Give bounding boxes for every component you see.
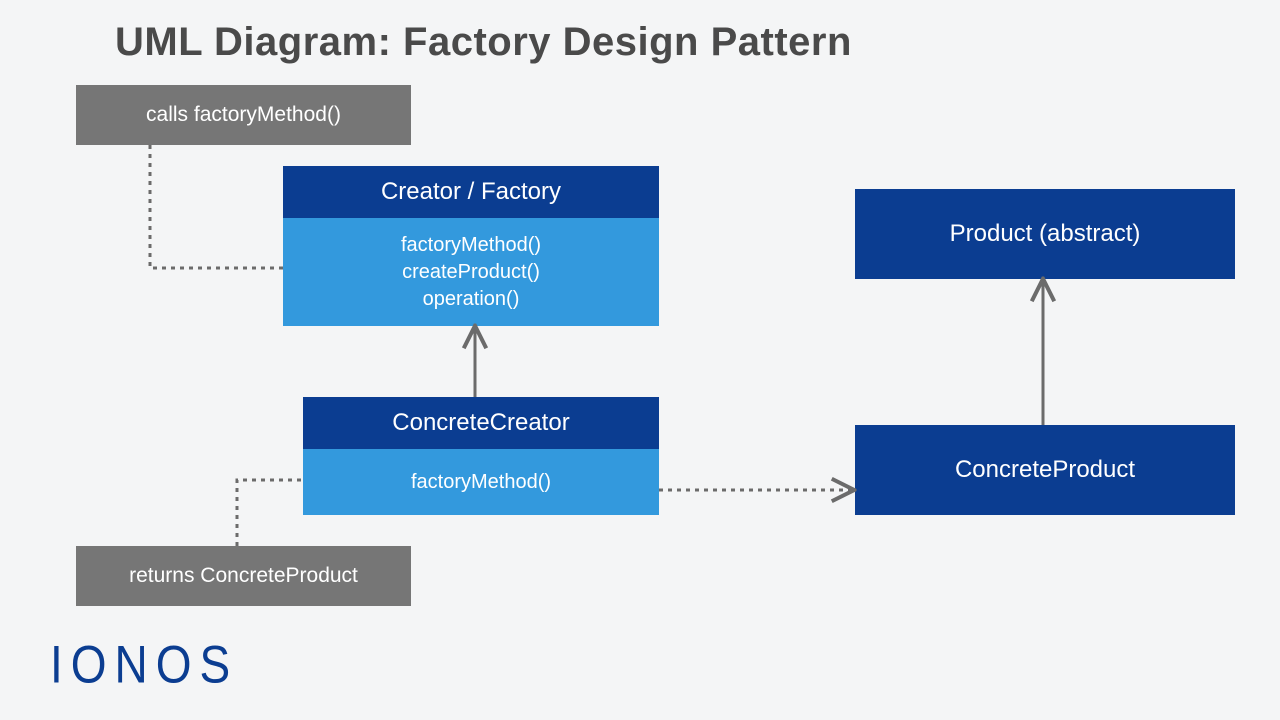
class-creator-body: factoryMethod() createProduct() operatio…: [283, 218, 659, 326]
note-returns-concrete-product: returns ConcreteProduct: [76, 546, 411, 606]
class-product: Product (abstract): [855, 189, 1235, 279]
connector-calls-to-creator: [150, 145, 283, 268]
connector-returns-to-concretecreator: [237, 480, 303, 546]
note-calls-factory-method: calls factoryMethod(): [76, 85, 411, 145]
class-product-header: Product (abstract): [855, 189, 1235, 279]
class-creator-method: factoryMethod(): [401, 232, 541, 259]
class-concrete-creator-header: ConcreteCreator: [303, 397, 659, 449]
class-creator: Creator / Factory factoryMethod() create…: [283, 166, 659, 326]
class-concrete-creator-body: factoryMethod(): [303, 449, 659, 515]
class-creator-method: createProduct(): [402, 259, 540, 286]
class-creator-method: operation(): [423, 286, 520, 313]
class-concrete-creator: ConcreteCreator factoryMethod(): [303, 397, 659, 515]
brand-logo: IONOS: [50, 633, 238, 695]
class-concrete-product: ConcreteProduct: [855, 425, 1235, 515]
class-concrete-creator-method: factoryMethod(): [411, 469, 551, 496]
class-creator-header: Creator / Factory: [283, 166, 659, 218]
class-concrete-product-header: ConcreteProduct: [855, 425, 1235, 515]
diagram-title: UML Diagram: Factory Design Pattern: [115, 20, 852, 65]
